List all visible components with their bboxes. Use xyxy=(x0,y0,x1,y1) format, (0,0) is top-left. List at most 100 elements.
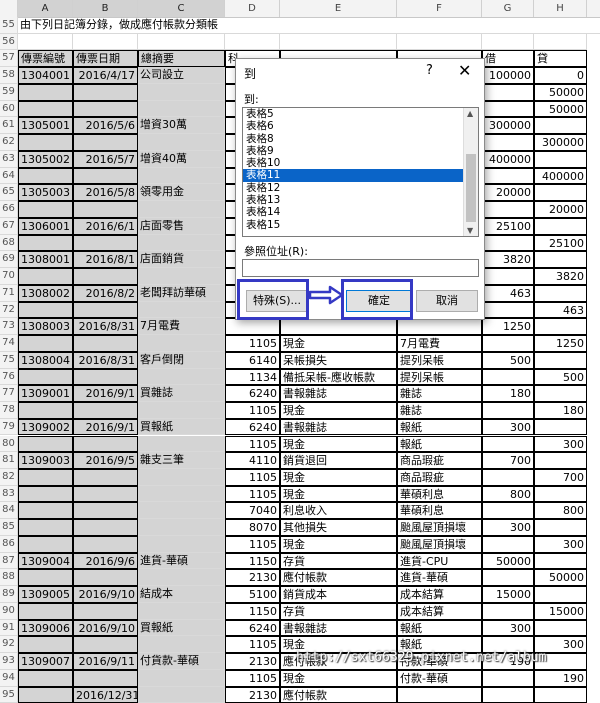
sheet-cell[interactable]: 1105 xyxy=(225,402,280,419)
sheet-cell[interactable]: 2016/9/1 xyxy=(73,418,138,436)
sheet-cell[interactable]: 463 xyxy=(482,284,534,302)
goto-list-item[interactable]: 表格13 xyxy=(243,194,465,206)
sheet-cell[interactable]: 店面零售 xyxy=(138,217,225,235)
sheet-cell[interactable] xyxy=(482,569,534,587)
sheet-cell[interactable] xyxy=(73,33,138,51)
column-header-a[interactable]: A xyxy=(18,0,73,17)
sheet-cell[interactable]: 300 xyxy=(482,619,534,637)
sheet-cell[interactable]: 6140 xyxy=(225,351,280,369)
sheet-cell[interactable] xyxy=(18,485,73,503)
sheet-cell[interactable] xyxy=(73,134,138,151)
sheet-cell[interactable] xyxy=(73,368,138,386)
sheet-cell[interactable]: 300000 xyxy=(534,134,587,151)
sheet-cell[interactable]: 付款-華碩 xyxy=(397,669,482,687)
row-number[interactable]: 83 xyxy=(0,485,18,503)
sheet-cell[interactable] xyxy=(138,636,225,654)
sheet-cell[interactable]: 店面銷貨 xyxy=(138,251,225,269)
sheet-cell[interactable]: 15000 xyxy=(482,586,534,603)
scrollbar-thumb[interactable] xyxy=(466,154,476,222)
sheet-cell[interactable]: 15000 xyxy=(534,602,587,620)
sheet-cell[interactable] xyxy=(482,301,534,319)
sheet-cell[interactable]: 存貨 xyxy=(280,602,397,620)
sheet-cell[interactable]: 進貨-華碩 xyxy=(138,552,225,570)
row-number[interactable]: 90 xyxy=(0,602,18,620)
sheet-cell[interactable]: 1105 xyxy=(225,335,280,352)
sheet-cell[interactable]: 1305002 xyxy=(18,150,73,168)
row-number[interactable]: 71 xyxy=(0,284,18,302)
sheet-cell[interactable]: 現金 xyxy=(280,535,397,553)
sheet-cell[interactable] xyxy=(73,234,138,252)
sheet-cell[interactable] xyxy=(18,502,73,520)
sheet-cell[interactable] xyxy=(138,368,225,386)
sheet-cell[interactable]: 400000 xyxy=(482,150,534,168)
sheet-cell[interactable]: 4110 xyxy=(225,452,280,469)
sheet-cell[interactable]: 1309001 xyxy=(18,385,73,402)
sheet-cell[interactable] xyxy=(138,33,225,51)
sheet-cell[interactable]: 3820 xyxy=(482,251,534,269)
row-number[interactable]: 74 xyxy=(0,335,18,352)
sheet-cell[interactable]: 25100 xyxy=(534,234,587,252)
sheet-cell[interactable]: 其他損失 xyxy=(280,519,397,536)
sheet-cell[interactable] xyxy=(280,33,397,51)
sheet-cell[interactable]: 700 xyxy=(482,452,534,469)
sheet-cell[interactable]: 800 xyxy=(482,485,534,503)
sheet-cell[interactable] xyxy=(534,351,587,369)
row-number[interactable]: 94 xyxy=(0,669,18,687)
sheet-cell[interactable]: 2016/5/7 xyxy=(73,150,138,168)
sheet-cell[interactable] xyxy=(18,301,73,319)
sheet-cell[interactable]: 2016/9/6 xyxy=(73,552,138,570)
sheet-cell[interactable] xyxy=(18,368,73,386)
sheet-cell[interactable]: 2016/4/17 xyxy=(73,67,138,84)
sheet-cell[interactable]: 銷貨退回 xyxy=(280,452,397,469)
sheet-cell[interactable]: 300 xyxy=(534,535,587,553)
sheet-cell[interactable] xyxy=(397,33,482,51)
sheet-cell[interactable]: 1105 xyxy=(225,669,280,687)
goto-list-item[interactable]: 表格8 xyxy=(243,133,465,145)
row-number[interactable]: 89 xyxy=(0,586,18,603)
sheet-cell[interactable]: 華碩利息 xyxy=(397,485,482,503)
sheet-cell[interactable]: 商品瑕疵 xyxy=(397,452,482,469)
sheet-cell[interactable] xyxy=(138,686,225,703)
sheet-cell[interactable] xyxy=(482,134,534,151)
goto-list-item[interactable]: 表格14 xyxy=(243,206,465,218)
sheet-cell[interactable]: 2016/8/31 xyxy=(73,351,138,369)
sheet-cell[interactable]: 成本結算 xyxy=(397,586,482,603)
sheet-cell[interactable]: 180 xyxy=(534,402,587,419)
help-button[interactable]: ? xyxy=(426,63,433,78)
sheet-cell[interactable]: 1305003 xyxy=(18,184,73,202)
sheet-cell[interactable] xyxy=(482,100,534,118)
sheet-cell[interactable]: 增資30萬 xyxy=(138,117,225,135)
sheet-cell[interactable]: 買雜誌 xyxy=(138,385,225,402)
sheet-cell[interactable] xyxy=(18,468,73,486)
column-header-g[interactable]: G xyxy=(482,0,534,17)
goto-list-item[interactable]: 表格11 xyxy=(243,169,465,182)
sheet-cell[interactable]: 應付帳款 xyxy=(280,569,397,587)
sheet-cell[interactable]: 2016/8/2 xyxy=(73,284,138,302)
sheet-cell[interactable]: 300000 xyxy=(482,117,534,135)
sheet-cell[interactable] xyxy=(138,535,225,553)
sheet-cell[interactable]: 2016/8/1 xyxy=(73,251,138,269)
sheet-cell[interactable]: 1308002 xyxy=(18,284,73,302)
row-number[interactable]: 64 xyxy=(0,167,18,185)
sheet-cell[interactable] xyxy=(534,619,587,637)
sheet-cell[interactable] xyxy=(482,402,534,419)
sheet-cell[interactable] xyxy=(138,167,225,185)
scroll-up-icon[interactable]: ▲ xyxy=(467,109,473,118)
sheet-cell[interactable]: 颱風屋頂損壞 xyxy=(397,519,482,536)
sheet-cell[interactable] xyxy=(18,335,73,352)
sheet-cell[interactable] xyxy=(397,686,482,703)
sheet-cell[interactable]: 1105 xyxy=(225,485,280,503)
row-number[interactable]: 85 xyxy=(0,519,18,536)
sheet-cell[interactable] xyxy=(18,167,73,185)
sheet-cell[interactable]: 雜誌 xyxy=(397,402,482,419)
sheet-cell[interactable] xyxy=(534,33,587,51)
sheet-cell[interactable] xyxy=(73,485,138,503)
sheet-cell[interactable] xyxy=(534,184,587,202)
sheet-cell[interactable]: 進貨-華碩 xyxy=(397,569,482,587)
row-number[interactable]: 87 xyxy=(0,552,18,570)
sheet-cell[interactable]: 25100 xyxy=(482,217,534,235)
sheet-cell[interactable]: 1308004 xyxy=(18,351,73,369)
sheet-cell[interactable]: 20000 xyxy=(534,201,587,218)
sheet-cell[interactable]: 1250 xyxy=(482,318,534,336)
sheet-cell[interactable] xyxy=(534,519,587,536)
